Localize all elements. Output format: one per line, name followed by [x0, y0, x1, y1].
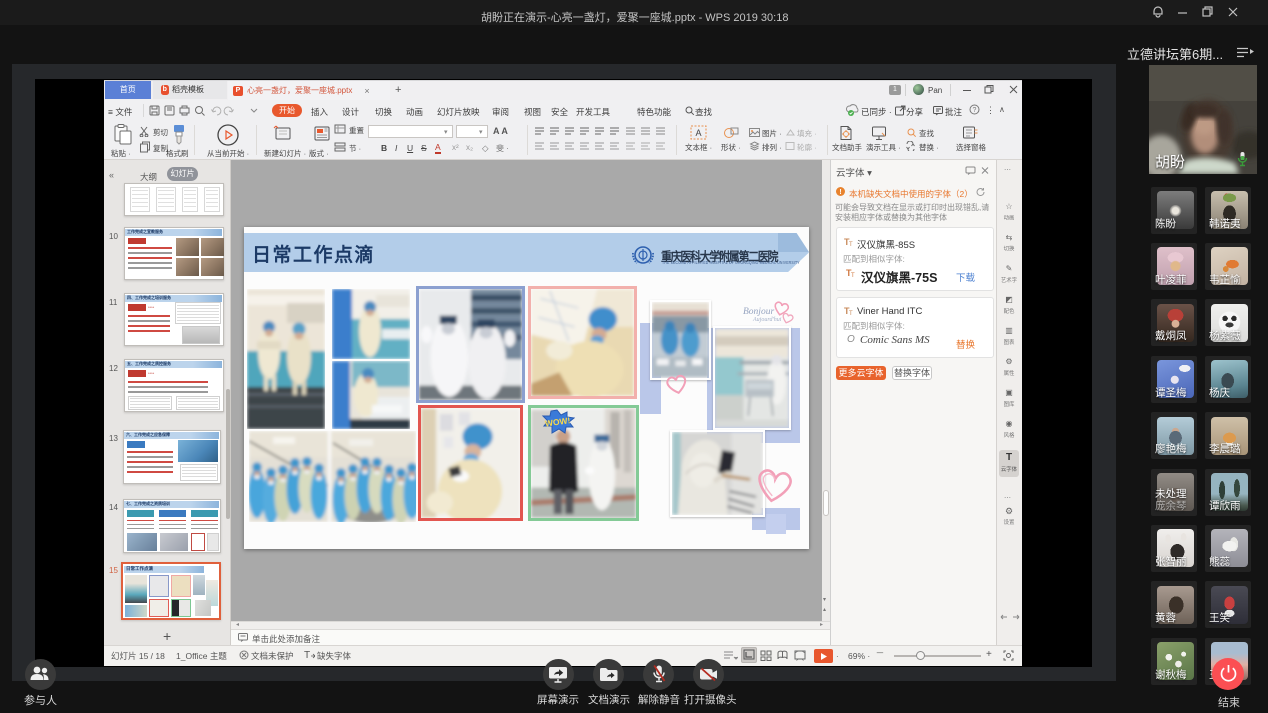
svg-text:T: T — [304, 650, 310, 660]
svg-text:T: T — [849, 242, 853, 247]
svg-text:T: T — [849, 311, 853, 316]
svg-text:!: ! — [839, 189, 841, 196]
svg-text:A: A — [695, 128, 701, 138]
svg-text:?: ? — [973, 107, 977, 114]
svg-text:T: T — [851, 273, 855, 278]
